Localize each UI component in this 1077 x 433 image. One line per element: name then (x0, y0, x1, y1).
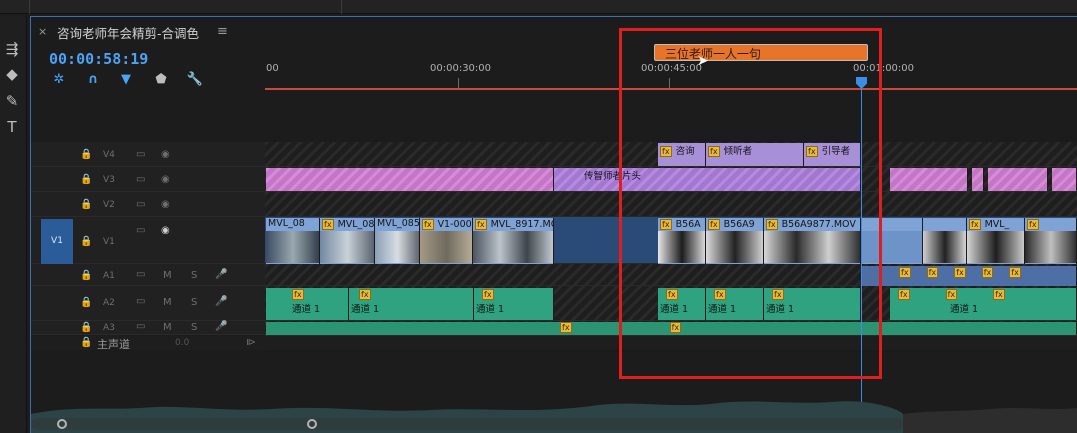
type-icon[interactable]: T (0, 115, 24, 139)
clip-v3[interactable] (988, 168, 1048, 191)
lock-icon[interactable]: 🔒 (80, 174, 92, 185)
clip-v3[interactable] (1052, 168, 1077, 191)
tab-menu-icon[interactable]: ≡ (217, 24, 228, 39)
track-header-v4[interactable]: 🔒 V4 ▭ ◉ (31, 142, 265, 167)
track-name: A3 (103, 323, 115, 333)
toggle-sync-icon[interactable]: ▭ (136, 225, 145, 236)
track-header-v2[interactable]: 🔒 V2 ▭ ◉ (31, 192, 265, 217)
mute-button[interactable]: M (163, 322, 172, 333)
clip-v1[interactable]: fx (1025, 218, 1077, 264)
track-name: V3 (103, 175, 115, 185)
highlight-annotation-box (619, 28, 882, 379)
source-patch-v1[interactable]: V1 (41, 219, 73, 264)
track-header-v3[interactable]: 🔒 V3 ▭ ◉ (31, 167, 265, 192)
track-name: A1 (103, 271, 115, 281)
timeline-scrollbar[interactable] (31, 418, 903, 430)
top-strip-segment (0, 0, 30, 14)
toggle-sync-icon[interactable]: ▭ (136, 321, 145, 332)
clip-a1[interactable]: fx fx fx fx fx (861, 266, 1077, 286)
microphone-icon[interactable]: 🎤 (215, 269, 227, 280)
clip-a2[interactable]: fx 通道 1 (266, 288, 349, 320)
lock-icon[interactable]: 🔒 (80, 322, 92, 333)
track-name: V1 (103, 237, 115, 247)
lock-icon[interactable]: 🔒 (80, 270, 92, 281)
lock-icon[interactable]: 🔒 (80, 297, 92, 308)
top-strip-segment (30, 0, 342, 14)
clip-v3[interactable] (972, 168, 984, 191)
microphone-icon[interactable]: 🎤 (215, 321, 227, 332)
mouse-cursor-icon: ➤ (697, 53, 709, 69)
clip-v1[interactable]: fx MVL_8917.MO (473, 218, 554, 264)
toggle-sync-icon[interactable]: ▭ (136, 269, 145, 280)
clip-a2[interactable]: fx 通道 1 (349, 288, 474, 320)
mute-button[interactable]: M (163, 270, 172, 281)
clip-a2[interactable]: fx fx fx 通道 1 (890, 288, 1077, 320)
ruler-tick (458, 78, 459, 88)
microphone-icon[interactable]: 🎤 (215, 296, 227, 307)
add-marker-icon[interactable]: ⬟ (152, 72, 170, 88)
clip-v1[interactable]: MVL_0857 (375, 218, 420, 264)
top-strip-segment (342, 0, 1077, 14)
track-header-a1[interactable]: 🔒 A1 ▭ M S 🎤 (31, 264, 265, 286)
eye-icon[interactable]: ◉ (161, 225, 170, 236)
track-name: V4 (103, 150, 115, 160)
track-header-a2[interactable]: 🔒 A2 ▭ M S 🎤 (31, 286, 265, 321)
toggle-sync-icon[interactable]: ▭ (136, 199, 145, 210)
top-panel-strip (0, 0, 1077, 14)
toggle-sync-icon[interactable]: ▭ (136, 149, 145, 160)
toggle-sync-icon[interactable]: ▭ (136, 174, 145, 185)
mute-button[interactable]: M (163, 297, 172, 308)
solo-button[interactable]: S (191, 297, 197, 308)
lock-icon[interactable]: 🔒 (80, 236, 92, 247)
clip-v3[interactable] (890, 168, 968, 191)
pen-icon[interactable]: ✎ (0, 89, 24, 113)
clip-v3[interactable] (266, 168, 554, 191)
track-select-icon[interactable]: ⇶ (0, 37, 24, 61)
nest-sequence-icon[interactable]: ✲ (50, 72, 68, 88)
close-tab-button[interactable]: × (38, 25, 47, 38)
clip-v1[interactable]: fx V1-000 (420, 218, 473, 264)
ruler-label: 00:00:30:00 (430, 63, 492, 74)
eye-icon[interactable]: ◉ (161, 149, 170, 160)
track-name: V2 (103, 200, 115, 210)
go-to-end-icon[interactable]: ⧐ (246, 337, 256, 348)
tools-panel: ⇶ ◆ ✎ T (0, 15, 27, 433)
eye-icon[interactable]: ◉ (161, 199, 170, 210)
ruler-label: 00 (266, 63, 279, 74)
lock-icon[interactable]: 🔒 (80, 337, 92, 348)
solo-button[interactable]: S (191, 322, 197, 333)
clip-v1[interactable]: MVL_08 (266, 218, 320, 264)
scrollbar-left-handle[interactable] (57, 419, 67, 429)
master-volume-value[interactable]: 0.0 (175, 338, 189, 348)
eye-icon[interactable]: ◉ (161, 174, 170, 185)
clip-v1[interactable]: fx MVL_08 (320, 218, 375, 264)
clip-v1[interactable] (923, 218, 967, 264)
solo-button[interactable]: S (191, 270, 197, 281)
track-name: A2 (103, 298, 115, 308)
lock-icon[interactable]: 🔒 (80, 199, 92, 210)
master-track-label: 主声道 (97, 338, 130, 351)
sequence-tab-title[interactable]: 咨询老师年会精剪-合调色 (57, 23, 199, 42)
timeline-settings-wrench-icon[interactable]: 🔧 (186, 72, 204, 88)
razor-icon[interactable]: ◆ (0, 62, 24, 86)
linked-selection-icon[interactable]: ▼ (117, 72, 135, 88)
playhead-timecode[interactable]: 00:00:58:19 (49, 50, 148, 68)
clip-v1[interactable]: fx MVL_ (967, 218, 1025, 264)
scrollbar-right-handle[interactable] (307, 419, 317, 429)
track-header-a3[interactable]: 🔒 A3 ▭ M S 🎤 (31, 321, 265, 335)
lock-icon[interactable]: 🔒 (80, 149, 92, 160)
clip-a2[interactable]: fx 通道 1 (474, 288, 554, 320)
snap-icon[interactable]: ∩ (84, 72, 102, 88)
toggle-sync-icon[interactable]: ▭ (136, 296, 145, 307)
